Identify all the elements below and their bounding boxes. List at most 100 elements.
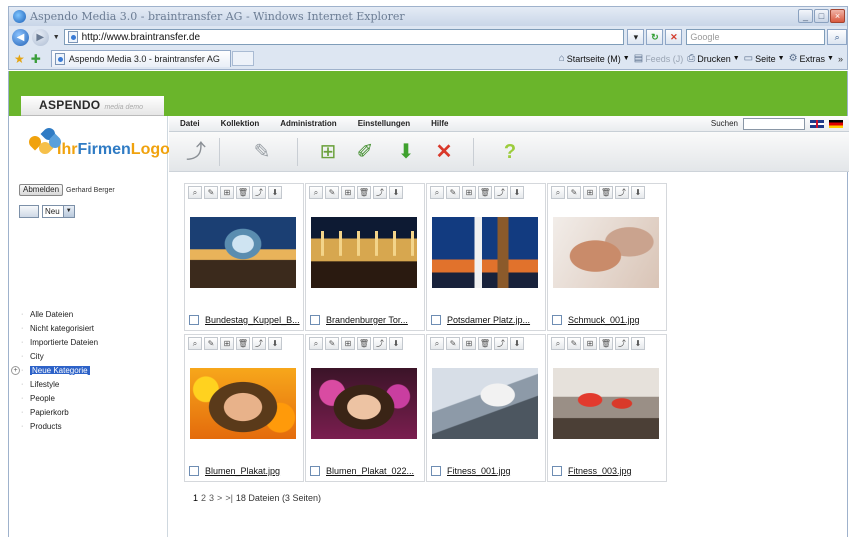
pager-page-3[interactable]: 3 xyxy=(209,493,214,503)
edit-document-icon[interactable]: ✎ xyxy=(249,139,275,165)
print-command[interactable]: ⎙ Drucken ▼ xyxy=(687,53,739,64)
upload-icon[interactable]: ⤴ xyxy=(183,139,209,165)
menu-kollektion[interactable]: Kollektion xyxy=(221,119,260,128)
menu-einstellungen[interactable]: Einstellungen xyxy=(358,119,410,128)
add-collection-icon[interactable]: ⊞ xyxy=(220,186,234,199)
download-icon[interactable]: ⬇ xyxy=(268,337,282,350)
download-arrow-icon[interactable]: ⬇ xyxy=(393,139,419,165)
file-name-link[interactable]: Brandenburger Tor... xyxy=(326,315,408,325)
maximize-button[interactable]: □ xyxy=(814,9,829,23)
add-collection-icon[interactable]: ⊞ xyxy=(462,186,476,199)
add-collection-icon[interactable]: ⊞ xyxy=(220,337,234,350)
share-icon[interactable]: ⤴ xyxy=(252,186,266,199)
edit-icon[interactable]: ✎ xyxy=(446,337,460,350)
edit-icon[interactable]: ✎ xyxy=(446,186,460,199)
add-favorite-icon[interactable]: ✚ xyxy=(31,52,41,66)
address-bar[interactable]: http://www.braintransfer.de xyxy=(63,29,625,45)
refresh-button[interactable]: ↻ xyxy=(646,29,664,45)
file-card[interactable]: ⌕ ✎ ⊞ 🗑 ⤴ ⬇ Fitness_003.jpg xyxy=(547,334,667,482)
tree-item[interactable]: · Papierkorb xyxy=(19,405,159,419)
fitness-class-photo[interactable] xyxy=(553,368,659,439)
file-checkbox[interactable] xyxy=(310,466,320,476)
share-icon[interactable]: ⤴ xyxy=(615,337,629,350)
file-name-link[interactable]: Blumen_Plakat.jpg xyxy=(205,466,280,476)
brandenburg-gate-photo[interactable] xyxy=(311,217,417,288)
zoom-icon[interactable]: ⌕ xyxy=(309,337,323,350)
download-icon[interactable]: ⬇ xyxy=(631,186,645,199)
file-card[interactable]: ⌕ ✎ ⊞ 🗑 ⤴ ⬇ Bundestag_Kuppel_B... xyxy=(184,183,304,331)
back-button[interactable]: ◀ xyxy=(12,28,29,46)
favorites-star-icon[interactable]: ★ xyxy=(14,52,25,66)
file-checkbox[interactable] xyxy=(431,466,441,476)
expand-icon[interactable]: + xyxy=(11,365,20,375)
app-search-input[interactable] xyxy=(743,117,805,130)
file-name-link[interactable]: Schmuck_001.jpg xyxy=(568,315,640,325)
share-icon[interactable]: ⤴ xyxy=(494,337,508,350)
zoom-icon[interactable]: ⌕ xyxy=(309,186,323,199)
zoom-icon[interactable]: ⌕ xyxy=(188,337,202,350)
file-card[interactable]: ⌕ ✎ ⊞ 🗑 ⤴ ⬇ Brandenburger Tor... xyxy=(305,183,425,331)
download-icon[interactable]: ⬇ xyxy=(510,337,524,350)
page-command[interactable]: ▭ Seite ▼ xyxy=(744,53,785,64)
tree-item[interactable]: · Products xyxy=(19,419,159,433)
new-tab-button[interactable] xyxy=(231,51,254,66)
trash-icon[interactable]: 🗑 xyxy=(478,337,492,350)
edit-icon[interactable]: ✎ xyxy=(325,337,339,350)
add-collection-icon[interactable]: ⊞ xyxy=(341,186,355,199)
share-icon[interactable]: ⤴ xyxy=(252,337,266,350)
tree-item[interactable]: + · Neue Kategorie xyxy=(11,363,159,377)
file-card[interactable]: ⌕ ✎ ⊞ 🗑 ⤴ ⬇ Blumen_Plakat.jpg xyxy=(184,334,304,482)
download-icon[interactable]: ⬇ xyxy=(631,337,645,350)
potsdamer-platz-photo[interactable] xyxy=(432,217,538,288)
file-card[interactable]: ⌕ ✎ ⊞ 🗑 ⤴ ⬇ Fitness_001.jpg xyxy=(426,334,546,482)
forward-button[interactable]: ▶ xyxy=(31,28,49,46)
add-collection-icon[interactable]: ⊞ xyxy=(583,337,597,350)
flowers-portrait-2-photo[interactable] xyxy=(311,368,417,439)
zoom-icon[interactable]: ⌕ xyxy=(551,337,565,350)
stop-button[interactable]: ✕ xyxy=(665,29,683,45)
download-icon[interactable]: ⬇ xyxy=(389,337,403,350)
logout-button[interactable]: Abmelden xyxy=(19,184,64,196)
tree-item[interactable]: · Alle Dateien xyxy=(19,307,159,321)
download-icon[interactable]: ⬇ xyxy=(510,186,524,199)
jewelry-photo[interactable] xyxy=(553,217,659,288)
minimize-button[interactable]: _ xyxy=(798,9,813,23)
file-name-link[interactable]: Blumen_Plakat_022... xyxy=(326,466,414,476)
file-checkbox[interactable] xyxy=(189,315,199,325)
edit-icon[interactable]: ✎ xyxy=(325,186,339,199)
file-checkbox[interactable] xyxy=(310,315,320,325)
delete-x-icon[interactable]: ✕ xyxy=(431,139,457,165)
edit-icon[interactable]: ✎ xyxy=(567,337,581,350)
flag-uk-icon[interactable] xyxy=(810,119,824,128)
help-question-icon[interactable]: ? xyxy=(497,139,523,165)
browser-tab[interactable]: Aspendo Media 3.0 - braintransfer AG xyxy=(50,50,231,67)
new-select[interactable]: Neu ▼ xyxy=(42,205,75,218)
file-name-link[interactable]: Potsdamer Platz.jp... xyxy=(447,315,530,325)
pager-next[interactable]: > xyxy=(217,493,222,503)
tree-item[interactable]: · Importierte Dateien xyxy=(19,335,159,349)
bundestag-dome-photo[interactable] xyxy=(190,217,296,288)
flowers-portrait-photo[interactable] xyxy=(190,368,296,439)
tree-item[interactable]: · People xyxy=(19,391,159,405)
file-card[interactable]: ⌕ ✎ ⊞ 🗑 ⤴ ⬇ Schmuck_001.jpg xyxy=(547,183,667,331)
share-icon[interactable]: ⤴ xyxy=(494,186,508,199)
flag-de-icon[interactable] xyxy=(829,119,843,128)
add-to-collection-icon[interactable]: ⊞ xyxy=(315,139,341,165)
extras-command[interactable]: ⚙ Extras ▼ xyxy=(789,53,834,64)
zoom-icon[interactable]: ⌕ xyxy=(430,337,444,350)
zoom-icon[interactable]: ⌕ xyxy=(430,186,444,199)
share-icon[interactable]: ⤴ xyxy=(373,337,387,350)
address-dropdown-button[interactable]: ▾ xyxy=(627,29,645,45)
edit-icon[interactable]: ✎ xyxy=(204,186,218,199)
add-collection-icon[interactable]: ⊞ xyxy=(583,186,597,199)
file-card[interactable]: ⌕ ✎ ⊞ 🗑 ⤴ ⬇ Blumen_Plakat_022... xyxy=(305,334,425,482)
zoom-icon[interactable]: ⌕ xyxy=(551,186,565,199)
close-button[interactable]: × xyxy=(830,9,845,23)
file-card[interactable]: ⌕ ✎ ⊞ 🗑 ⤴ ⬇ Potsdamer Platz.jp... xyxy=(426,183,546,331)
file-checkbox[interactable] xyxy=(431,315,441,325)
zoom-icon[interactable]: ⌕ xyxy=(188,186,202,199)
edit-pencil-icon[interactable]: ✐ xyxy=(352,139,378,165)
view-toggle-button[interactable] xyxy=(19,205,39,218)
file-checkbox[interactable] xyxy=(552,466,562,476)
home-command[interactable]: ⌂ Startseite (M) ▼ xyxy=(559,53,630,64)
